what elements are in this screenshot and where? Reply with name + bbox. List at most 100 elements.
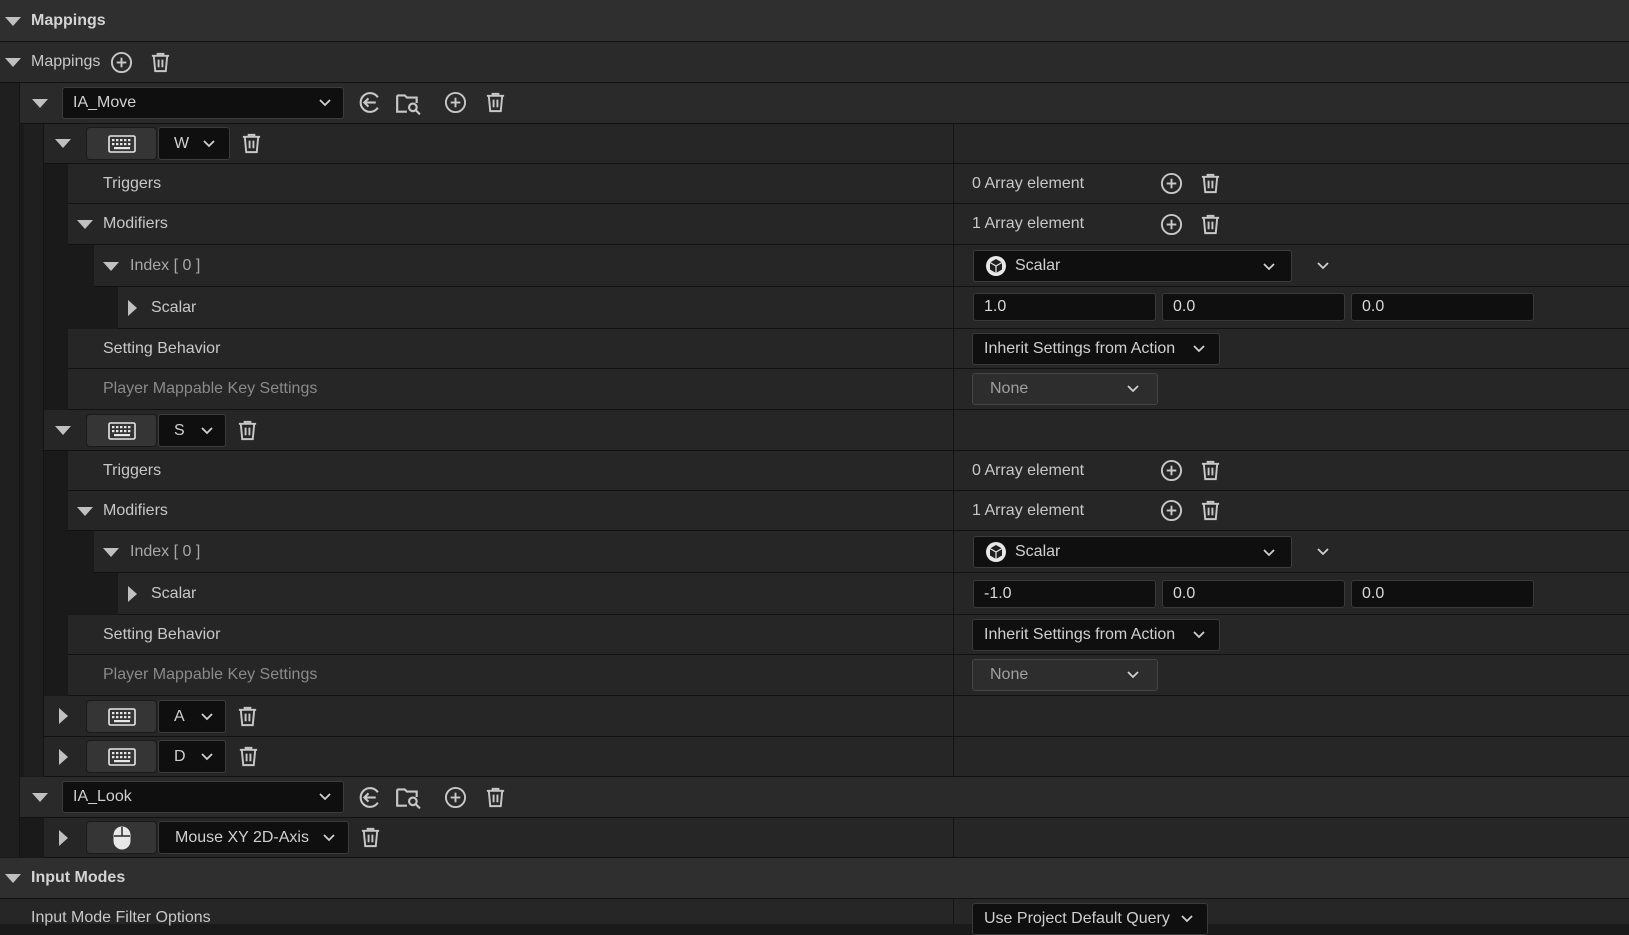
collapse-arrow-icon[interactable] — [103, 262, 119, 271]
trash-icon[interactable] — [484, 786, 507, 809]
key-value: S — [174, 421, 185, 439]
collapse-arrow-icon[interactable] — [32, 793, 48, 802]
scalar-y-field[interactable]: 0.0 — [1162, 580, 1345, 608]
chevron-down-icon — [1193, 631, 1205, 639]
plus-circle-icon[interactable] — [110, 51, 133, 74]
player-mappable-combo[interactable]: None — [972, 659, 1158, 691]
keyboard-icon — [108, 708, 136, 726]
collapse-arrow-icon[interactable] — [55, 426, 71, 435]
input-action-name: IA_Look — [73, 788, 132, 805]
chevron-down-icon — [319, 99, 331, 107]
mappings-array-row: Mappings — [0, 42, 1629, 83]
trash-icon[interactable] — [240, 132, 263, 155]
expand-arrow-icon[interactable] — [128, 300, 137, 316]
plus-circle-icon[interactable] — [1160, 499, 1183, 522]
key-mapping-row-w: W — [44, 124, 1629, 164]
input-action-combo[interactable]: IA_Move — [62, 87, 344, 119]
mappings-section-header[interactable]: Mappings — [0, 0, 1629, 42]
trash-icon[interactable] — [1199, 459, 1222, 482]
plus-circle-icon[interactable] — [444, 91, 467, 114]
trash-icon[interactable] — [1199, 172, 1222, 195]
nesting-rail — [24, 124, 44, 776]
browse-back-icon[interactable] — [357, 90, 382, 115]
setting-behavior-row: Setting Behavior Inherit Settings from A… — [68, 329, 1629, 369]
plus-circle-icon[interactable] — [444, 786, 467, 809]
triggers-row: Triggers 0 Array element — [68, 451, 1629, 491]
key-selector-button[interactable] — [86, 700, 157, 733]
trash-icon[interactable] — [1199, 499, 1222, 522]
collapse-arrow-icon[interactable] — [77, 220, 93, 229]
player-mappable-row: Player Mappable Key Settings None — [68, 655, 1629, 696]
triggers-count: 0 Array element — [972, 462, 1085, 479]
folder-search-icon[interactable] — [395, 784, 421, 810]
scalar-y-value: 0.0 — [1173, 298, 1196, 315]
collapse-arrow-icon[interactable] — [5, 17, 21, 26]
chevron-down-icon[interactable] — [1317, 262, 1329, 270]
setting-behavior-combo[interactable]: Inherit Settings from Action — [972, 619, 1220, 651]
scalar-z-field[interactable]: 0.0 — [1351, 293, 1534, 321]
index-label: Index [ 0 ] — [130, 257, 201, 274]
key-value: Mouse XY 2D-Axis — [175, 828, 309, 846]
trash-icon[interactable] — [1199, 213, 1222, 236]
chevron-down-icon — [323, 834, 335, 842]
expand-arrow-icon[interactable] — [59, 749, 68, 765]
mappings-array-label: Mappings — [31, 53, 101, 70]
player-mappable-value: None — [990, 380, 1029, 397]
key-combo[interactable]: W — [158, 127, 230, 160]
scalar-x-field[interactable]: -1.0 — [973, 580, 1156, 608]
chevron-down-icon — [1127, 671, 1139, 679]
collapse-arrow-icon[interactable] — [5, 874, 21, 883]
collapse-arrow-icon[interactable] — [5, 58, 21, 67]
collapse-arrow-icon[interactable] — [32, 99, 48, 108]
folder-search-icon[interactable] — [395, 90, 421, 116]
input-modes-section-header[interactable]: Input Modes — [0, 858, 1629, 899]
key-combo[interactable]: Mouse XY 2D-Axis — [158, 821, 349, 854]
scalar-x-field[interactable]: 1.0 — [973, 293, 1156, 321]
plus-circle-icon[interactable] — [1160, 172, 1183, 195]
collapse-arrow-icon[interactable] — [55, 139, 71, 148]
scalar-z-field[interactable]: 0.0 — [1351, 580, 1534, 608]
section-title: Mappings — [31, 12, 106, 29]
scalar-z-value: 0.0 — [1362, 585, 1385, 602]
expand-arrow-icon[interactable] — [128, 586, 137, 602]
key-selector-button[interactable] — [86, 127, 157, 160]
trash-icon[interactable] — [236, 419, 259, 442]
trash-icon[interactable] — [484, 91, 507, 114]
key-combo[interactable]: D — [158, 740, 226, 773]
chevron-down-icon[interactable] — [1317, 548, 1329, 556]
collapse-arrow-icon[interactable] — [103, 548, 119, 557]
action-row-ia-move: IA_Move — [20, 83, 1629, 124]
input-action-combo[interactable]: IA_Look — [62, 781, 344, 813]
modifier-index-row: Index [ 0 ] Scalar — [94, 531, 1629, 573]
chevron-down-icon — [201, 713, 213, 721]
triggers-count: 0 Array element — [972, 175, 1085, 192]
key-selector-button[interactable] — [86, 740, 157, 773]
scalar-row: Scalar 1.0 0.0 0.0 — [118, 287, 1629, 329]
modifier-index-row: Index [ 0 ] Scalar — [94, 245, 1629, 287]
modifiers-row: Modifiers 1 Array element — [68, 204, 1629, 245]
setting-behavior-combo[interactable]: Inherit Settings from Action — [972, 333, 1220, 365]
plus-circle-icon[interactable] — [1160, 459, 1183, 482]
collapse-arrow-icon[interactable] — [77, 507, 93, 516]
scalar-y-field[interactable]: 0.0 — [1162, 293, 1345, 321]
modifier-class-combo[interactable]: Scalar — [973, 536, 1292, 568]
modifier-class-combo[interactable]: Scalar — [973, 250, 1292, 282]
key-selector-button[interactable] — [86, 821, 157, 854]
input-mode-filter-label: Input Mode Filter Options — [31, 909, 211, 926]
trash-icon[interactable] — [359, 826, 382, 849]
plus-circle-icon[interactable] — [1160, 213, 1183, 236]
expand-arrow-icon[interactable] — [59, 830, 68, 846]
input-mode-filter-combo[interactable]: Use Project Default Query — [972, 903, 1208, 935]
trash-icon[interactable] — [236, 705, 259, 728]
key-combo[interactable]: S — [158, 414, 226, 447]
player-mappable-combo[interactable]: None — [972, 373, 1158, 405]
trash-icon[interactable] — [237, 745, 260, 768]
keyboard-icon — [108, 135, 136, 153]
browse-back-icon[interactable] — [357, 785, 382, 810]
trash-icon[interactable] — [149, 51, 172, 74]
expand-arrow-icon[interactable] — [59, 708, 68, 724]
modifiers-count: 1 Array element — [972, 502, 1085, 519]
key-combo[interactable]: A — [158, 700, 226, 733]
key-selector-button[interactable] — [86, 414, 157, 447]
player-mappable-value: None — [990, 666, 1029, 683]
